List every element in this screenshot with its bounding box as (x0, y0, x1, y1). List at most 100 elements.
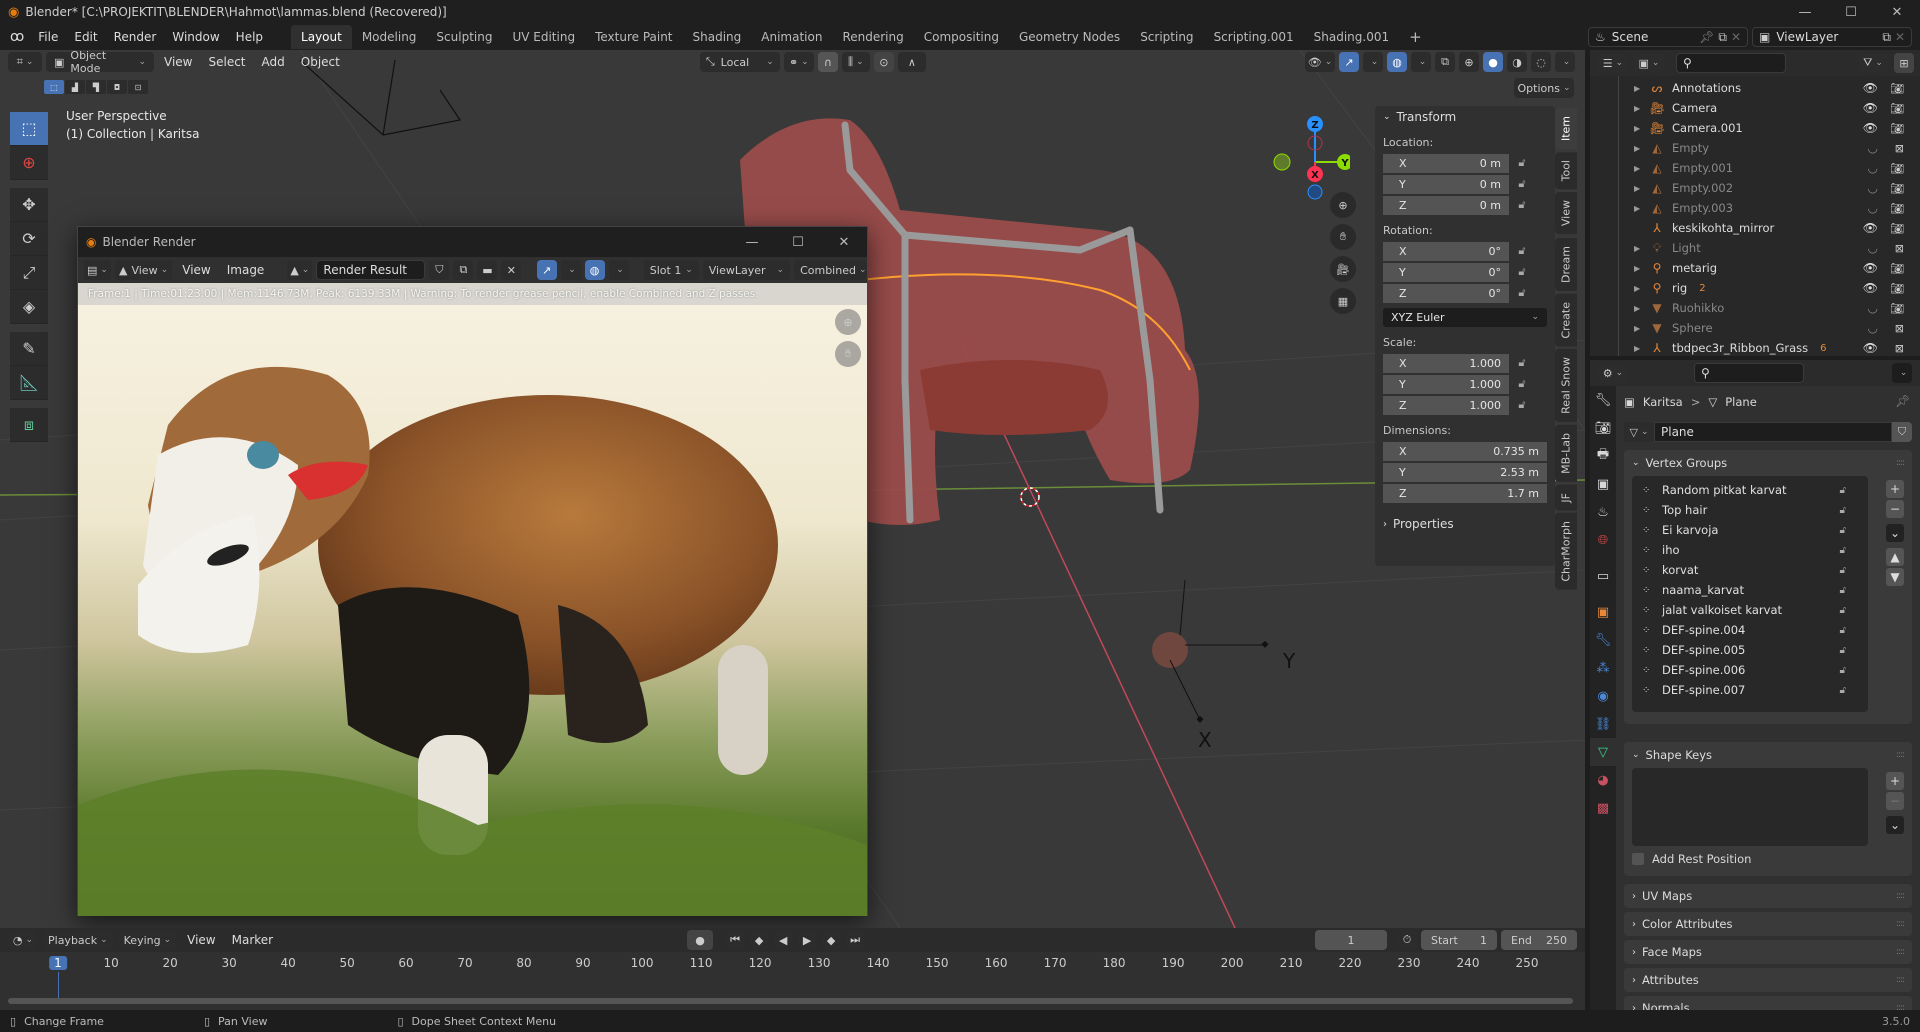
current-frame-field[interactable]: 1 (1315, 930, 1387, 950)
expand-arrow-icon[interactable]: ▶ (1634, 324, 1648, 333)
menu-render[interactable]: Render (106, 26, 165, 48)
lock-icon[interactable]: 🔓︎ (1840, 505, 1846, 516)
xray-toggle[interactable]: ⧉ (1435, 52, 1455, 72)
workspace-tab-layout[interactable]: Layout (291, 25, 352, 49)
vertex-group-specials-button[interactable]: ⌄ (1886, 524, 1904, 542)
move-down-button[interactable]: ▼ (1886, 568, 1904, 586)
panel-header-attributes[interactable]: › Attributes:::: (1624, 968, 1912, 992)
rotation-z-field[interactable]: Z 0° (1383, 283, 1509, 303)
tool-select-box[interactable]: ⬚ (10, 112, 48, 146)
image-editor-type-button[interactable]: ▤ ⌄ (84, 260, 111, 280)
vertex-group-item[interactable]: ⁘ Top hair 🔓︎ (1632, 500, 1868, 520)
overlays-dropdown[interactable]: ⌄ (1411, 52, 1431, 72)
render-layer-dropdown[interactable]: ViewLayer ⌄ (702, 260, 791, 280)
eye-icon[interactable]: 👁︎ (1863, 341, 1878, 355)
vertex-groups-header[interactable]: ⌄ Vertex Groups:::: (1624, 450, 1912, 476)
tool-measure[interactable]: 📐︎ (10, 366, 48, 400)
auto-keying-toggle[interactable]: ● (687, 930, 714, 950)
dimensions-x-field[interactable]: X 0.735 m (1383, 441, 1547, 461)
lock-icon[interactable]: 🔓︎ (1509, 265, 1535, 279)
camera-view-button[interactable]: 🎥︎ (1330, 256, 1356, 282)
image-menu-view[interactable]: View (176, 263, 216, 277)
eye-closed-icon[interactable]: ◡ (1868, 161, 1878, 175)
tool-cursor[interactable]: ⊕ (10, 146, 48, 180)
properties-editor-type-button[interactable]: ⚙ ⌄ (1598, 363, 1628, 383)
sidebar-tab-view[interactable]: View (1555, 192, 1577, 235)
render-disabled-icon[interactable]: ⊠ (1895, 342, 1904, 355)
selectability-visibility-dropdown[interactable]: 👁︎ ⌄ (1305, 52, 1335, 72)
outliner-item[interactable]: ▶ ◭ Empty.003 ◡ 📷︎ (1590, 198, 1920, 218)
sidebar-tab-create[interactable]: Create (1555, 293, 1577, 347)
end-frame-field[interactable]: End 250 (1501, 930, 1577, 950)
minimize-button[interactable]: — (1782, 0, 1828, 24)
pivot-point-dropdown[interactable]: ⚭ ⌄ (783, 52, 814, 72)
tab-tool[interactable]: 🔧︎ (1590, 386, 1616, 414)
dimensions-z-field[interactable]: Z 1.7 m (1383, 483, 1547, 503)
tab-render[interactable]: 📷︎ (1590, 414, 1616, 442)
pan-view-button[interactable]: ✋︎ (1330, 224, 1356, 250)
start-frame-field[interactable]: Start 1 (1421, 930, 1497, 950)
render-zoom-button[interactable]: ⊕ (835, 309, 861, 335)
tab-view-layer[interactable]: ▣ (1590, 470, 1616, 498)
expand-arrow-icon[interactable]: ▶ (1634, 204, 1648, 213)
image-overlays-toggle[interactable]: ◍ (584, 260, 605, 280)
eye-closed-icon[interactable]: ◡ (1868, 321, 1878, 335)
remove-view-layer-icon[interactable]: ✕ (1895, 30, 1905, 44)
eye-icon[interactable]: 👁︎ (1863, 261, 1878, 275)
snap-target-dropdown[interactable]: ⫼ ⌄ (841, 52, 870, 72)
shape-key-specials-button[interactable]: ⌄ (1886, 816, 1904, 834)
blender-menu-icon[interactable]: ꝏ (10, 29, 24, 45)
eye-icon[interactable]: 👁︎ (1863, 121, 1878, 135)
prev-keyframe-button[interactable]: ◆ (749, 930, 770, 950)
properties-panel-header[interactable]: › Properties (1375, 513, 1555, 535)
render-camera-icon[interactable]: 📷︎ (1890, 122, 1904, 135)
expand-arrow-icon[interactable]: ▶ (1634, 144, 1648, 153)
outliner-item[interactable]: ▶ ◭ Empty ◡ ⊠ (1590, 138, 1920, 158)
rotation-y-field[interactable]: Y 0° (1383, 262, 1509, 282)
vertex-group-item[interactable]: ⁘ jalat valkoiset karvat 🔓︎ (1632, 600, 1868, 620)
tool-transform[interactable]: ◈ (10, 290, 48, 324)
menu-file[interactable]: File (30, 26, 66, 48)
outliner-item[interactable]: ▶ 🎥︎ Camera.001 👁︎ 📷︎ (1590, 118, 1920, 138)
display-mode-dropdown[interactable]: ▣ ⌄ (1634, 53, 1664, 73)
tab-modifiers[interactable]: 🔧︎ (1590, 626, 1616, 654)
falloff-dropdown[interactable]: ∧ (897, 52, 926, 72)
image-view-mode-dropdown[interactable]: ▲ View ⌄ (114, 260, 173, 280)
lock-icon[interactable]: 🔓︎ (1509, 156, 1535, 170)
fake-user-button[interactable]: ⛉ (1892, 422, 1912, 442)
expand-arrow-icon[interactable]: ▶ (1634, 124, 1648, 133)
sidebar-tab-dream[interactable]: Dream (1555, 237, 1577, 291)
lock-icon[interactable]: 🔓︎ (1509, 198, 1535, 212)
outliner-item[interactable]: ▶ ◭ Empty.002 ◡ 📷︎ (1590, 178, 1920, 198)
properties-search-input[interactable]: ⚲ (1694, 363, 1804, 383)
lock-icon[interactable]: 🔓︎ (1509, 377, 1535, 391)
fake-user-button[interactable]: ⛉ (429, 260, 450, 280)
lock-icon[interactable]: 🔓︎ (1840, 565, 1846, 576)
new-scene-icon[interactable]: ⧉ (1718, 30, 1727, 45)
options-dropdown[interactable]: Options ⌄ (1514, 78, 1574, 98)
render-camera-icon[interactable]: 📷︎ (1890, 202, 1904, 215)
outliner-item[interactable]: ▶ ⅄ tbdpec3r_Ribbon_Grass 6 👁︎ ⊠ (1590, 338, 1920, 358)
sidebar-tab-item[interactable]: Item (1555, 108, 1577, 150)
properties-options-dropdown[interactable]: ⌄ (1892, 363, 1912, 383)
workspace-tab-modeling[interactable]: Modeling (352, 25, 427, 49)
menu-window[interactable]: Window (164, 26, 227, 48)
timeline-scrollbar[interactable] (8, 998, 1573, 1004)
select-new-button[interactable]: ⬚ (44, 80, 64, 94)
eye-closed-icon[interactable]: ◡ (1868, 201, 1878, 215)
vertex-group-item[interactable]: ⁘ Random pitkat karvat 🔓︎ (1632, 480, 1868, 500)
lock-icon[interactable]: 🔓︎ (1840, 485, 1846, 496)
outliner-item[interactable]: ▶ ▼ Ruohikko ◡ 📷︎ (1590, 298, 1920, 318)
scale-y-field[interactable]: Y 1.000 (1383, 374, 1509, 394)
tool-annotate[interactable]: ✎ (10, 332, 48, 366)
overlays-toggle[interactable]: ◍ (1387, 52, 1407, 72)
lock-icon[interactable]: 🔓︎ (1509, 286, 1535, 300)
render-camera-icon[interactable]: 📷︎ (1890, 182, 1904, 195)
next-keyframe-button[interactable]: ◆ (821, 930, 842, 950)
editor-type-button[interactable]: ⌗ ⌄ (8, 52, 42, 72)
rotation-mode-dropdown[interactable]: XYZ Euler ⌄ (1383, 307, 1547, 327)
viewport-menu-select[interactable]: Select (202, 55, 251, 69)
lock-icon[interactable]: 🔓︎ (1840, 685, 1846, 696)
new-image-button[interactable]: ⧉ (453, 260, 474, 280)
panel-header-face-maps[interactable]: › Face Maps:::: (1624, 940, 1912, 964)
